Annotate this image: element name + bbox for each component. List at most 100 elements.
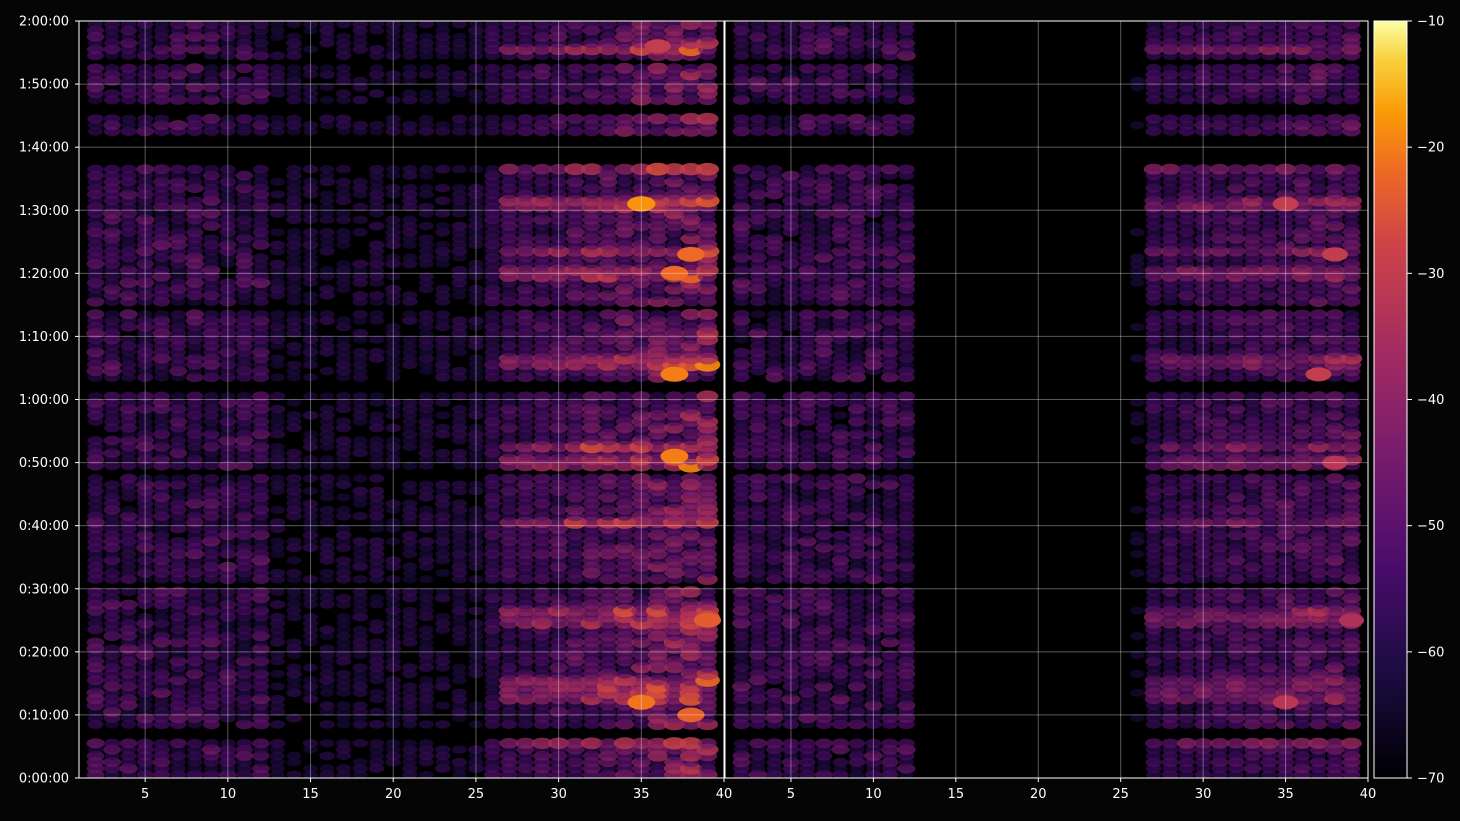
heat-cell-left	[419, 184, 433, 192]
heat-cell-left	[517, 114, 534, 123]
heat-cell-left	[484, 739, 501, 748]
heat-cell-right	[898, 474, 914, 483]
heat-cell-left	[502, 115, 517, 124]
heat-cell-left	[353, 310, 368, 319]
heat-cell-left	[697, 390, 719, 402]
heat-cell-left	[583, 114, 600, 124]
spectrogram-figure: 510152025303540 0:00:000:10:000:20:000:3…	[0, 0, 1460, 817]
heat-cell-left	[353, 626, 368, 634]
y-tick-label: 1:20:00	[19, 267, 69, 282]
heat-cell-left	[320, 64, 334, 72]
heat-cell-left	[337, 506, 351, 514]
heat-cell-left	[452, 70, 467, 79]
heat-cell-left	[287, 228, 301, 236]
y-tick-label: 0:00:00	[19, 772, 69, 787]
y-tick-label: 2:00:00	[19, 15, 69, 30]
heat-cell-left	[270, 64, 285, 73]
heat-cell-left	[353, 348, 368, 357]
heat-cell-left	[87, 165, 103, 174]
heat-cell-left	[452, 499, 467, 508]
heat-cell-left	[337, 260, 351, 268]
heat-cell-left	[204, 234, 219, 243]
heat-cell-left	[104, 436, 121, 446]
heat-cell-right	[1130, 607, 1144, 615]
heat-cell-left	[353, 512, 368, 521]
heat-cell-right	[1162, 474, 1178, 483]
heat-cell-left	[337, 493, 351, 501]
heat-cell-left	[336, 317, 350, 325]
heat-cell-right	[766, 738, 784, 748]
heat-cell-left	[403, 64, 417, 72]
heat-cell-left	[369, 487, 385, 496]
heat-cell-left	[287, 361, 302, 369]
heat-cell-left	[154, 115, 169, 124]
heat-cell-left	[419, 234, 434, 242]
heat-cell-left	[402, 499, 417, 507]
heat-cell-left	[352, 537, 368, 546]
heat-cell-left	[353, 436, 368, 444]
heat-cell-left	[320, 310, 335, 318]
heat-cell-left	[87, 638, 105, 648]
left-x-axis: 510152025303540	[141, 778, 732, 802]
heat-cell-right	[766, 688, 783, 698]
heat-cell-right	[833, 758, 849, 767]
heat-cell-right	[848, 473, 866, 483]
x-tick-label: 20	[385, 787, 402, 802]
heat-cell-left	[650, 474, 666, 483]
heat-cell-left	[370, 310, 384, 318]
x-tick-label: 40	[716, 787, 733, 802]
heat-cell-left	[270, 443, 284, 451]
heat-cell-left	[369, 241, 385, 250]
heat-cell-left	[501, 310, 517, 319]
heat-cell-left	[170, 165, 187, 174]
heat-cell-right	[1261, 474, 1278, 483]
heat-cell-left	[419, 739, 434, 747]
heat-cell-left	[533, 474, 550, 484]
heat-cell-left	[319, 114, 335, 123]
heat-cell-left	[369, 165, 384, 174]
heat-cell-left	[320, 537, 335, 546]
heat-cell-right	[832, 474, 849, 484]
heat-cell-left	[170, 537, 186, 546]
heat-cell-left	[287, 115, 302, 124]
heat-cell-left	[534, 310, 550, 319]
heat-cell-left	[270, 739, 286, 748]
hot-spot-left	[660, 449, 688, 464]
heat-cell-left	[237, 739, 253, 748]
heat-cell-left	[336, 436, 352, 445]
heat-cell-left	[336, 165, 351, 174]
heat-cell-left	[204, 310, 219, 319]
heat-cell-left	[287, 64, 301, 72]
heat-cell-left	[600, 114, 617, 124]
heat-cell-left	[697, 309, 718, 320]
heat-cell-right	[1178, 474, 1195, 483]
heat-cell-left	[452, 480, 467, 489]
heat-cell-left	[419, 481, 434, 489]
heat-cell-left	[353, 663, 368, 672]
heat-cell-left	[319, 625, 335, 634]
heat-cell-left	[154, 64, 170, 73]
heat-cell-left	[402, 607, 417, 615]
heat-cell-left	[485, 64, 501, 73]
heat-cell-left	[336, 417, 351, 425]
heat-cell-left	[435, 64, 450, 72]
heat-cell-left	[419, 506, 433, 514]
heat-cell-left	[104, 89, 120, 98]
heat-cell-left	[270, 260, 286, 269]
heat-cell-left	[270, 720, 285, 729]
heat-cell-left	[369, 45, 385, 54]
heat-cell-right	[1130, 569, 1145, 577]
heat-cell-left	[501, 474, 518, 484]
heat-cell-left	[88, 474, 103, 483]
y-tick-label: 0:20:00	[19, 645, 69, 660]
heat-cell-right	[1130, 531, 1144, 539]
heat-cell-left	[155, 474, 169, 482]
heat-cell-left	[599, 164, 617, 174]
heat-cell-left	[252, 474, 269, 483]
heat-cell-right	[1130, 632, 1144, 640]
heat-cell-left	[600, 64, 617, 74]
heat-cell-left	[533, 63, 551, 73]
heat-cell-left	[436, 121, 451, 129]
heat-cell-right	[1130, 670, 1144, 678]
heat-cell-left	[270, 373, 284, 381]
